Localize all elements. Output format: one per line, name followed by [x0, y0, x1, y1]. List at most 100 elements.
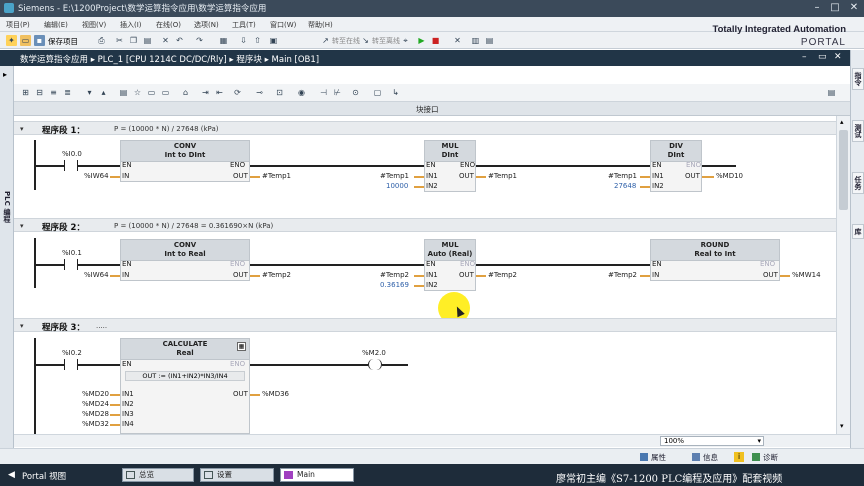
- menu-edit[interactable]: 编辑(E): [44, 20, 68, 30]
- compile-icon[interactable]: ▦: [218, 35, 229, 46]
- network-1-header[interactable]: ▾ 程序段 1： P = (10000 * N) / 27648 (kPa): [14, 121, 836, 136]
- comments-icon[interactable]: ▭: [146, 87, 157, 98]
- scroll-thumb[interactable]: [839, 130, 848, 210]
- contact-nc-icon[interactable]: ⊬: [332, 87, 343, 98]
- upload-icon[interactable]: ⇧: [252, 35, 263, 46]
- nw2-conv-out-operand[interactable]: #Temp2: [262, 271, 291, 279]
- nw1-conv-in-operand[interactable]: %IW64: [84, 172, 109, 180]
- vertical-scrollbar[interactable]: ▴ ▾: [836, 116, 850, 434]
- favorites-icon[interactable]: ☆: [132, 87, 143, 98]
- download-icon[interactable]: ⇩: [238, 35, 249, 46]
- network-3-header[interactable]: ▾ 程序段 3： .....: [14, 318, 836, 333]
- div-type[interactable]: DInt: [651, 151, 701, 160]
- formula-field[interactable]: OUT := (IN1+IN2)*IN3/IN4: [125, 371, 245, 381]
- editor-minimize-icon[interactable]: –: [802, 52, 807, 62]
- split-editor-h-icon[interactable]: ▤: [484, 35, 495, 46]
- nw2-contact[interactable]: [64, 259, 78, 270]
- calculate-type[interactable]: Real: [121, 349, 249, 358]
- nw1-div-in1-operand[interactable]: #Temp1: [608, 172, 637, 180]
- diagnostics-tab[interactable]: 诊断: [752, 452, 778, 463]
- print-icon[interactable]: ⎙: [96, 35, 107, 46]
- nw3-contact-operand[interactable]: %I0.2: [62, 349, 82, 357]
- expand-arrow-icon[interactable]: ▸: [3, 70, 7, 79]
- close-button[interactable]: ✕: [845, 1, 863, 15]
- network-comment-icon[interactable]: ▭: [160, 87, 171, 98]
- monitor-icon[interactable]: ⌂: [180, 87, 191, 98]
- update-calls-icon[interactable]: ⟳: [232, 87, 243, 98]
- coil-icon[interactable]: ⊙: [350, 87, 361, 98]
- network-3-comment[interactable]: .....: [96, 322, 107, 330]
- collapse-network-icon[interactable]: ▾: [20, 322, 24, 330]
- nw1-mul-out-operand[interactable]: #Temp1: [488, 172, 517, 180]
- menu-options[interactable]: 选项(N): [194, 20, 219, 30]
- layout-icon[interactable]: ▤: [826, 87, 837, 98]
- insert-network-icon[interactable]: ⊞: [20, 87, 31, 98]
- menu-window[interactable]: 窗口(W): [270, 20, 296, 30]
- nw2-conv-in-operand[interactable]: %IW64: [84, 271, 109, 279]
- round-type[interactable]: Real to Int: [651, 250, 779, 259]
- maximize-button[interactable]: □: [826, 1, 844, 15]
- menu-insert[interactable]: 插入(I): [120, 20, 142, 30]
- nw2-mul-in2-operand[interactable]: 0.36169: [380, 281, 409, 289]
- collapse-network-icon[interactable]: ▾: [20, 222, 24, 230]
- portal-arrow-icon[interactable]: ◀: [8, 470, 15, 480]
- go-offline-icon[interactable]: ↘: [360, 35, 371, 46]
- save-project-button[interactable]: 保存项目: [48, 36, 78, 47]
- undo-icon[interactable]: ↶: [174, 35, 185, 46]
- close-editor-icon[interactable]: ✕: [452, 35, 463, 46]
- breadcrumb-path[interactable]: 数学运算指令应用 ▸ PLC_1 [CPU 1214C DC/DC/Rly] ▸…: [20, 53, 319, 65]
- nw2-round-out-operand[interactable]: %MW14: [792, 271, 821, 279]
- nw1-contact[interactable]: [64, 160, 78, 171]
- menu-tools[interactable]: 工具(T): [232, 20, 256, 30]
- scroll-down-icon[interactable]: ▾: [840, 422, 844, 430]
- nw3-contact[interactable]: [64, 359, 78, 370]
- collapse-network-icon[interactable]: ▾: [20, 125, 24, 133]
- tab-tasks[interactable]: 任务: [852, 172, 864, 194]
- menu-help[interactable]: 帮助(H): [308, 20, 333, 30]
- start-cpu-icon[interactable]: ▶: [416, 35, 427, 46]
- nw1-conv-out-operand[interactable]: #Temp1: [262, 172, 291, 180]
- nw3-calculate-box[interactable]: CALCULATE Real ▦ OUT := (IN1+IN2)*IN3/IN4: [120, 338, 250, 434]
- split-editor-icon[interactable]: ▥: [470, 35, 481, 46]
- network-2-comment[interactable]: P = (10000 * N) / 27648 = 0.361690×N (kP…: [114, 222, 273, 230]
- chevron-down-icon[interactable]: ▾: [757, 437, 761, 446]
- tab-device-config[interactable]: 设置: [200, 468, 274, 482]
- info-tab[interactable]: 信息: [692, 452, 718, 463]
- delete-icon[interactable]: ✕: [160, 35, 171, 46]
- copy-icon[interactable]: ❐: [128, 35, 139, 46]
- go-to-next-error-icon[interactable]: ⇥: [200, 87, 211, 98]
- tab-testing[interactable]: 测试: [852, 120, 864, 142]
- conv-type[interactable]: Int to DInt: [121, 151, 249, 160]
- editor-close-icon[interactable]: ✕: [834, 52, 842, 62]
- redo-icon[interactable]: ↷: [194, 35, 205, 46]
- mul-type[interactable]: Auto (Real): [425, 250, 475, 259]
- go-offline-button[interactable]: 转至离线: [372, 36, 400, 46]
- properties-tab[interactable]: 属性: [640, 452, 666, 463]
- open-project-icon[interactable]: ▭: [20, 35, 31, 46]
- tab-instructions[interactable]: 指令: [852, 68, 864, 90]
- nw3-in3-operand[interactable]: %MD28: [82, 410, 109, 418]
- stop-cpu-icon[interactable]: ■: [430, 35, 441, 46]
- open-branch-icon[interactable]: ↳: [390, 87, 401, 98]
- cut-icon[interactable]: ✂: [114, 35, 125, 46]
- minimize-button[interactable]: –: [808, 1, 826, 15]
- nw1-mul-in2-operand[interactable]: 10000: [386, 182, 408, 190]
- go-online-button[interactable]: 转至在线: [332, 36, 360, 46]
- nw1-mul-in1-operand[interactable]: #Temp1: [380, 172, 409, 180]
- network-1-comment[interactable]: P = (10000 * N) / 27648 (kPa): [114, 125, 218, 133]
- contact-no-icon[interactable]: ⊣: [318, 87, 329, 98]
- plc-programming-tab[interactable]: PLC 编程: [2, 191, 12, 222]
- nw2-mul-out-operand[interactable]: #Temp2: [488, 271, 517, 279]
- tab-libraries[interactable]: 库: [852, 224, 864, 239]
- collapse-icon[interactable]: ▾: [84, 87, 95, 98]
- zoom-select[interactable]: 100% ▾: [660, 436, 764, 446]
- accessible-devices-icon[interactable]: ⌖: [400, 35, 411, 46]
- network-overview-icon[interactable]: ⊡: [274, 87, 285, 98]
- conv-type[interactable]: Int to Real: [121, 250, 249, 259]
- nw3-coil-operand[interactable]: %M2.0: [362, 349, 386, 357]
- expand-icon[interactable]: ▴: [98, 87, 109, 98]
- nw3-in4-operand[interactable]: %MD32: [82, 420, 109, 428]
- new-project-icon[interactable]: ✦: [6, 35, 17, 46]
- portal-view-button[interactable]: Portal 视图: [22, 470, 66, 482]
- call-structure-icon[interactable]: ⊸: [254, 87, 265, 98]
